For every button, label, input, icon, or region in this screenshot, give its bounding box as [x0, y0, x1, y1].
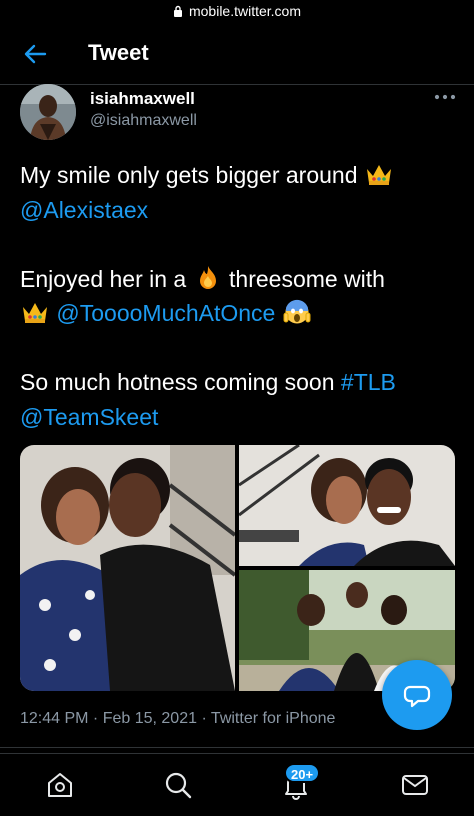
- reply-compose-button[interactable]: [382, 660, 452, 730]
- search-icon[interactable]: [163, 770, 193, 800]
- mention-link[interactable]: @ToooοMuchAtOnce: [56, 300, 275, 326]
- page-title: Tweet: [88, 40, 149, 65]
- browser-url-bar[interactable]: mobile.twitter.com: [0, 0, 474, 22]
- hashtag-link[interactable]: #TLB: [341, 369, 396, 395]
- messages-icon[interactable]: [400, 770, 430, 800]
- home-icon[interactable]: [45, 770, 75, 800]
- tweet-line: So much hotness coming soon: [20, 369, 335, 395]
- lock-icon: [173, 5, 182, 17]
- divider: [0, 747, 474, 748]
- more-options-icon[interactable]: [432, 90, 458, 104]
- reply-bubble-icon: [403, 685, 431, 708]
- bottom-navigation: [0, 753, 474, 816]
- user-handle[interactable]: @isiahmaxwell: [90, 112, 197, 130]
- notifications-badge: 20+: [284, 763, 321, 783]
- tweet-line: threesome with: [229, 265, 385, 292]
- url-text: mobile.twitter.com: [188, 3, 302, 19]
- crown-emoji: [23, 303, 47, 323]
- display-name[interactable]: isiahmaxwell: [90, 89, 195, 109]
- media-grid: [20, 445, 455, 691]
- avatar-photo: [20, 84, 76, 140]
- header-divider: [0, 84, 474, 85]
- mention-link[interactable]: @TeamSkeet: [20, 404, 158, 430]
- crown-emoji: [366, 165, 391, 185]
- tweet-line: Enjoyed her in a: [20, 265, 187, 292]
- fire-emoji: [199, 265, 216, 289]
- screaming-emoji: [283, 299, 311, 324]
- media-photo-2[interactable]: [239, 445, 455, 566]
- back-arrow-icon[interactable]: [22, 41, 48, 67]
- media-photo-1[interactable]: [20, 445, 235, 691]
- mention-link[interactable]: @Alexistaex: [20, 197, 148, 223]
- tweet-line: My smile only gets bigger around: [20, 162, 358, 188]
- tweet-timestamp: 12:44 PM · Feb 15, 2021 · Twitter for iP…: [20, 710, 336, 727]
- avatar[interactable]: [20, 84, 76, 140]
- tweet-text: My smile only gets bigger around @Alexis…: [20, 158, 460, 434]
- top-header: Tweet: [0, 22, 474, 84]
